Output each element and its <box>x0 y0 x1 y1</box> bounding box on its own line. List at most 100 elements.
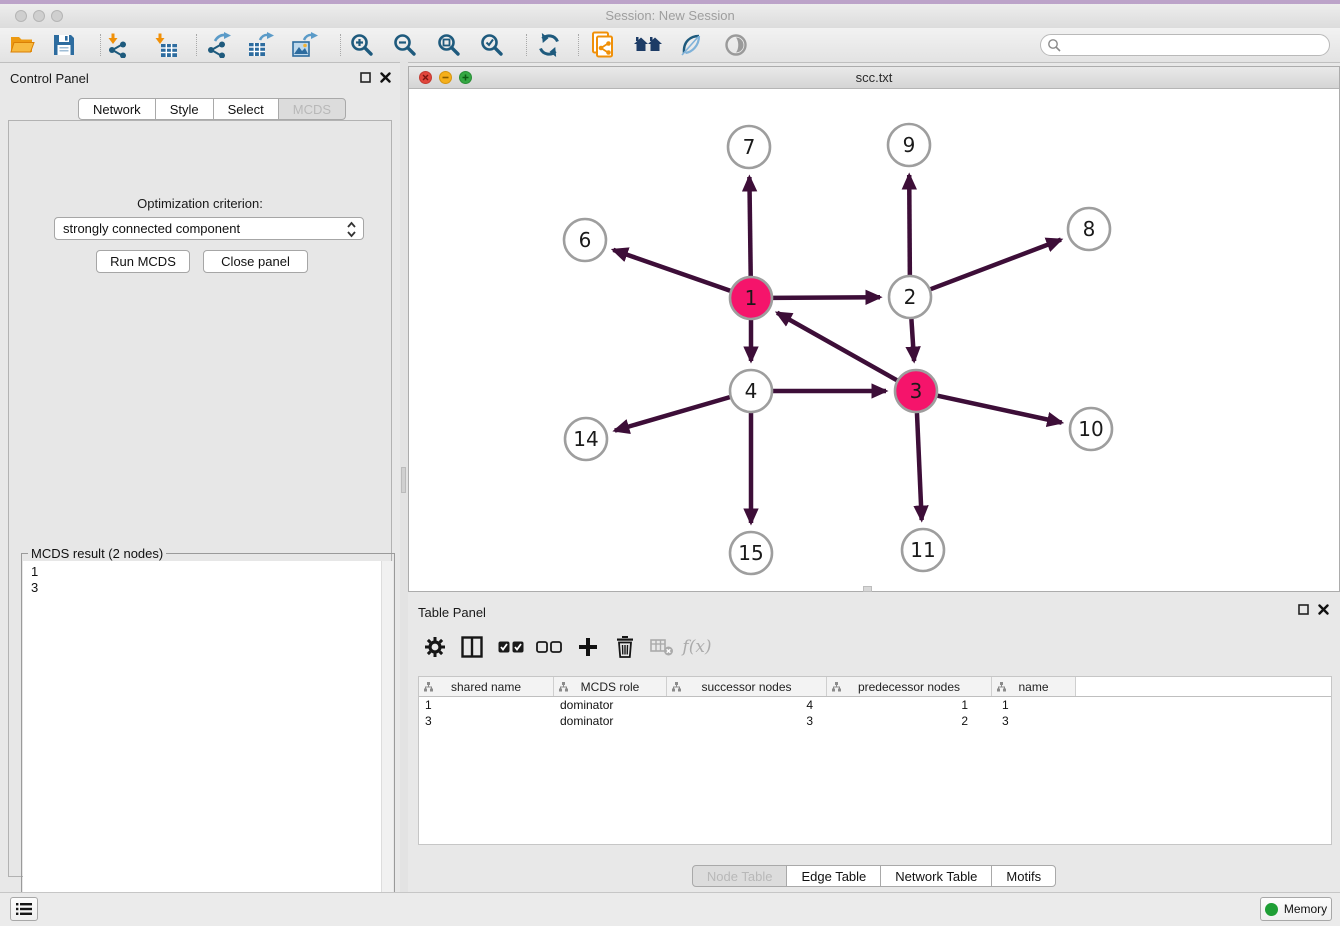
graph-node-7[interactable]: 7 <box>728 126 770 168</box>
vertical-splitter[interactable] <box>400 62 408 892</box>
import-network-icon[interactable] <box>103 31 133 59</box>
search-field[interactable] <box>1040 34 1330 56</box>
column-header-label: predecessor nodes <box>858 680 960 694</box>
mcds-result-item[interactable]: 3 <box>31 580 381 596</box>
hide-details-icon[interactable] <box>676 31 706 59</box>
column-header-MCDS-role[interactable]: MCDS role <box>554 677 667 696</box>
graph-node-4[interactable]: 4 <box>730 370 772 412</box>
column-visibility-icon[interactable] <box>455 632 489 662</box>
graph-node-2[interactable]: 2 <box>889 276 931 318</box>
zoom-fit-icon[interactable] <box>434 31 464 59</box>
tab-motifs[interactable]: Motifs <box>991 865 1056 887</box>
graph-edge-3-10[interactable] <box>937 396 1061 423</box>
graph-node-14[interactable]: 14 <box>565 418 607 460</box>
task-history-button[interactable] <box>10 897 38 921</box>
table-settings-icon[interactable] <box>418 632 452 662</box>
column-header-label: MCDS role <box>581 680 640 694</box>
tab-style[interactable]: Style <box>155 98 214 120</box>
application-window: Session: New Session <box>0 0 1340 926</box>
graph-node-6[interactable]: 6 <box>564 219 606 261</box>
add-column-icon[interactable] <box>571 632 605 662</box>
window-titlebar: Session: New Session <box>0 4 1340 29</box>
float-table-panel-icon[interactable] <box>1296 602 1310 616</box>
graph-edge-2-8[interactable] <box>931 240 1061 290</box>
close-panel-icon[interactable] <box>378 70 392 84</box>
svg-text:4: 4 <box>745 379 758 403</box>
graph-edge-2-3[interactable] <box>911 319 914 361</box>
splitter-handle[interactable] <box>401 467 406 493</box>
svg-text:7: 7 <box>743 135 756 159</box>
svg-text:2: 2 <box>904 285 917 309</box>
graph-edge-3-1[interactable] <box>777 313 897 380</box>
toolbar-separator <box>196 34 197 56</box>
select-all-icon[interactable] <box>494 632 528 662</box>
graph-edge-3-11[interactable] <box>917 413 922 520</box>
export-network-icon[interactable] <box>203 31 233 59</box>
graph-edge-1-7[interactable] <box>749 177 750 276</box>
svg-text:8: 8 <box>1083 217 1096 241</box>
search-input[interactable] <box>1062 37 1316 53</box>
run-mcds-button[interactable]: Run MCDS <box>96 250 190 273</box>
tab-mcds[interactable]: MCDS <box>278 98 346 120</box>
table-panel-tabs: Node TableEdge TableNetwork TableMotifs <box>408 865 1340 887</box>
network-graph[interactable]: 7 9 6 8 1 2 4 3 14 10 15 11 <box>409 89 1339 591</box>
float-panel-icon[interactable] <box>358 70 372 84</box>
graph-node-1[interactable]: 1 <box>730 277 772 319</box>
close-panel-button[interactable]: Close panel <box>203 250 308 273</box>
table-row[interactable]: 3dominator323 <box>419 713 1331 729</box>
graph-node-15[interactable]: 15 <box>730 532 772 574</box>
refresh-view-icon[interactable] <box>534 31 564 59</box>
tab-network-table[interactable]: Network Table <box>880 865 992 887</box>
export-image-icon[interactable] <box>290 31 320 59</box>
column-header-successor-nodes[interactable]: successor nodes <box>667 677 827 696</box>
result-scrollbar[interactable] <box>381 561 393 926</box>
function-builder-icon[interactable]: f(x) <box>680 632 714 662</box>
network-resize-handle[interactable] <box>863 586 872 592</box>
graph-node-9[interactable]: 9 <box>888 124 930 166</box>
column-header-shared-name[interactable]: shared name <box>419 677 554 696</box>
mcds-result-title: MCDS result (2 nodes) <box>28 546 166 561</box>
tab-select[interactable]: Select <box>213 98 279 120</box>
control-panel-tabs: NetworkStyleSelectMCDS <box>78 98 346 120</box>
first-neighbors-icon[interactable] <box>633 31 663 59</box>
mcds-result-item[interactable]: 1 <box>31 564 381 580</box>
mcds-panel: Optimization criterion: strongly connect… <box>8 120 392 877</box>
delete-column-icon[interactable] <box>608 632 642 662</box>
show-details-icon[interactable] <box>721 31 751 59</box>
table-row[interactable]: 1dominator411 <box>419 697 1331 713</box>
graph-edge-2-9[interactable] <box>909 175 910 275</box>
graph-edge-1-6[interactable] <box>613 250 730 291</box>
import-table-icon[interactable] <box>150 31 180 59</box>
graph-node-10[interactable]: 10 <box>1070 408 1112 450</box>
tab-edge-table[interactable]: Edge Table <box>786 865 881 887</box>
graph-node-3[interactable]: 3 <box>895 370 937 412</box>
zoom-selected-icon[interactable] <box>477 31 507 59</box>
column-header-predecessor-nodes[interactable]: predecessor nodes <box>827 677 992 696</box>
zoom-in-icon[interactable] <box>347 31 377 59</box>
tab-node-table[interactable]: Node Table <box>692 865 788 887</box>
selected-option-label: strongly connected component <box>63 221 240 236</box>
mcds-result-list[interactable]: 13 <box>23 561 381 926</box>
toolbar-separator <box>578 34 579 56</box>
close-table-panel-icon[interactable] <box>1316 602 1330 616</box>
save-session-icon[interactable] <box>49 31 79 59</box>
table-panel-title: Table Panel <box>418 605 486 620</box>
tab-network[interactable]: Network <box>78 98 156 120</box>
deselect-all-icon[interactable] <box>532 632 566 662</box>
graph-edge-4-14[interactable] <box>615 397 730 430</box>
graph-edge-1-2[interactable] <box>773 297 880 298</box>
open-file-icon[interactable] <box>7 31 37 59</box>
memory-button[interactable]: Memory <box>1260 897 1332 921</box>
optimization-criterion-select[interactable]: strongly connected component <box>54 217 364 240</box>
toolbar-separator <box>100 34 101 56</box>
clone-network-icon[interactable] <box>589 31 619 59</box>
graph-node-8[interactable]: 8 <box>1068 208 1110 250</box>
zoom-out-icon[interactable] <box>390 31 420 59</box>
graph-node-11[interactable]: 11 <box>902 529 944 571</box>
table-panel: Table Panel f(x) <box>408 596 1340 892</box>
export-table-icon[interactable] <box>246 31 276 59</box>
column-header-name[interactable]: name <box>992 677 1076 696</box>
network-canvas[interactable]: 7 9 6 8 1 2 4 3 14 10 15 11 <box>409 89 1339 591</box>
delete-table-icon[interactable] <box>645 632 679 662</box>
column-type-icon <box>832 681 841 695</box>
